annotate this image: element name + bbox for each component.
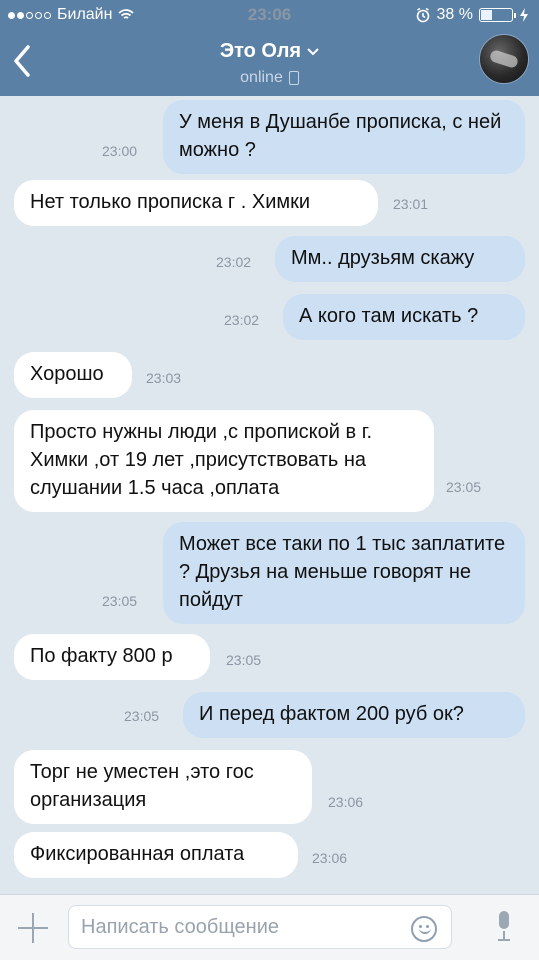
message-text: Может все таки по 1 тыс заплатите ? Друз… (179, 533, 506, 611)
message-row: Просто нужны люди ,с пропиской в г. Химк… (0, 410, 539, 512)
mic-capsule (499, 911, 509, 929)
message-time: 23:05 (102, 593, 138, 609)
message-list[interactable]: У меня в Душанбе прописка, с ней можно ?… (0, 96, 539, 894)
message-text: Хорошо (30, 363, 104, 385)
message-bubble-incoming[interactable]: Нет только прописка г . Химки (14, 180, 378, 226)
message-row: У меня в Душанбе прописка, с ней можно ?… (0, 100, 539, 174)
chevron-down-icon (307, 47, 319, 55)
message-row: Хорошо 23:03 (0, 352, 539, 400)
message-row: И перед фактом 200 руб ок? 23:05 (0, 692, 539, 740)
message-row: Фиксированная оплата 23:06 (0, 832, 539, 880)
message-bubble-outgoing[interactable]: У меня в Душанбе прописка, с ней можно ? (163, 100, 525, 174)
mic-base (498, 939, 510, 941)
message-text: По факту 800 р (30, 645, 173, 667)
message-bubble-outgoing[interactable]: Может все таки по 1 тыс заплатите ? Друз… (163, 522, 525, 624)
message-text: Нет только прописка г . Химки (30, 191, 311, 213)
message-bubble-outgoing[interactable]: И перед фактом 200 руб ок? (183, 692, 525, 738)
message-text: Мм.. друзьям скажу (291, 247, 475, 269)
plus-icon[interactable] (18, 913, 48, 943)
message-time: 23:00 (102, 143, 138, 159)
message-time: 23:06 (328, 794, 364, 810)
message-time: 23:05 (124, 708, 160, 724)
message-text: Просто нужны люди ,с пропиской в г. Химк… (30, 421, 373, 499)
message-time: 23:01 (393, 196, 429, 212)
chat-title-text: Это Оля (219, 40, 302, 62)
message-row: Нет только прописка г . Химки 23:01 (0, 180, 539, 228)
battery-percent: 38 % (436, 6, 473, 23)
chat-title[interactable]: Это Оля (220, 40, 319, 63)
charging-bolt-icon (520, 8, 528, 22)
alarm-clock-icon (416, 7, 429, 23)
message-text: У меня в Душанбе прописка, с ней можно ? (179, 111, 502, 161)
message-time: 23:05 (226, 652, 262, 668)
message-time: 23:05 (446, 479, 482, 495)
status-right: 38 % (415, 6, 529, 24)
online-status: online (240, 69, 283, 86)
message-text: И перед фактом 200 руб ок? (199, 703, 464, 725)
message-bubble-incoming[interactable]: Просто нужны люди ,с пропиской в г. Химк… (14, 410, 434, 512)
message-row: По факту 800 р 23:05 (0, 634, 539, 682)
message-row: Торг не уместен ,это гос организация 23:… (0, 750, 539, 824)
microphone-icon[interactable] (497, 911, 511, 941)
message-time: 23:02 (216, 254, 252, 270)
message-bubble-outgoing[interactable]: Мм.. друзьям скажу (275, 236, 525, 282)
chat-title-block[interactable]: Это Оля online (0, 40, 539, 87)
message-bubble-incoming[interactable]: Торг не уместен ,это гос организация (14, 750, 312, 824)
mobile-phone-icon (288, 71, 299, 85)
emoji-icon[interactable] (411, 916, 437, 942)
message-composer: Написать сообщение (0, 894, 539, 960)
message-row: Мм.. друзьям скажу 23:02 (0, 236, 539, 284)
message-bubble-incoming[interactable]: Хорошо (14, 352, 132, 398)
status-bar: Билайн 23:06 38 % (0, 0, 539, 30)
message-bubble-incoming[interactable]: Фиксированная оплата (14, 832, 298, 878)
message-row: Может все таки по 1 тыс заплатите ? Друз… (0, 522, 539, 624)
message-time: 23:02 (224, 312, 260, 328)
message-time: 23:03 (146, 370, 182, 386)
battery-icon (479, 8, 516, 22)
message-input[interactable]: Написать сообщение (68, 905, 452, 949)
message-text: Торг не уместен ,это гос организация (30, 761, 254, 811)
message-time: 23:06 (312, 850, 348, 866)
battery-fill (481, 10, 492, 20)
message-bubble-outgoing[interactable]: А кого там искать ? (283, 294, 525, 340)
chat-subtitle: online (240, 69, 299, 87)
message-input-placeholder: Написать сообщение (81, 916, 280, 938)
message-bubble-incoming[interactable]: По факту 800 р (14, 634, 210, 680)
avatar[interactable] (479, 34, 529, 84)
top-bar: Билайн 23:06 38 % Это Оля online (0, 0, 539, 96)
smile-mouth (419, 928, 431, 934)
message-row: А кого там искать ? 23:02 (0, 294, 539, 342)
message-text: А кого там искать ? (299, 305, 479, 327)
message-text: Фиксированная оплата (30, 843, 245, 865)
